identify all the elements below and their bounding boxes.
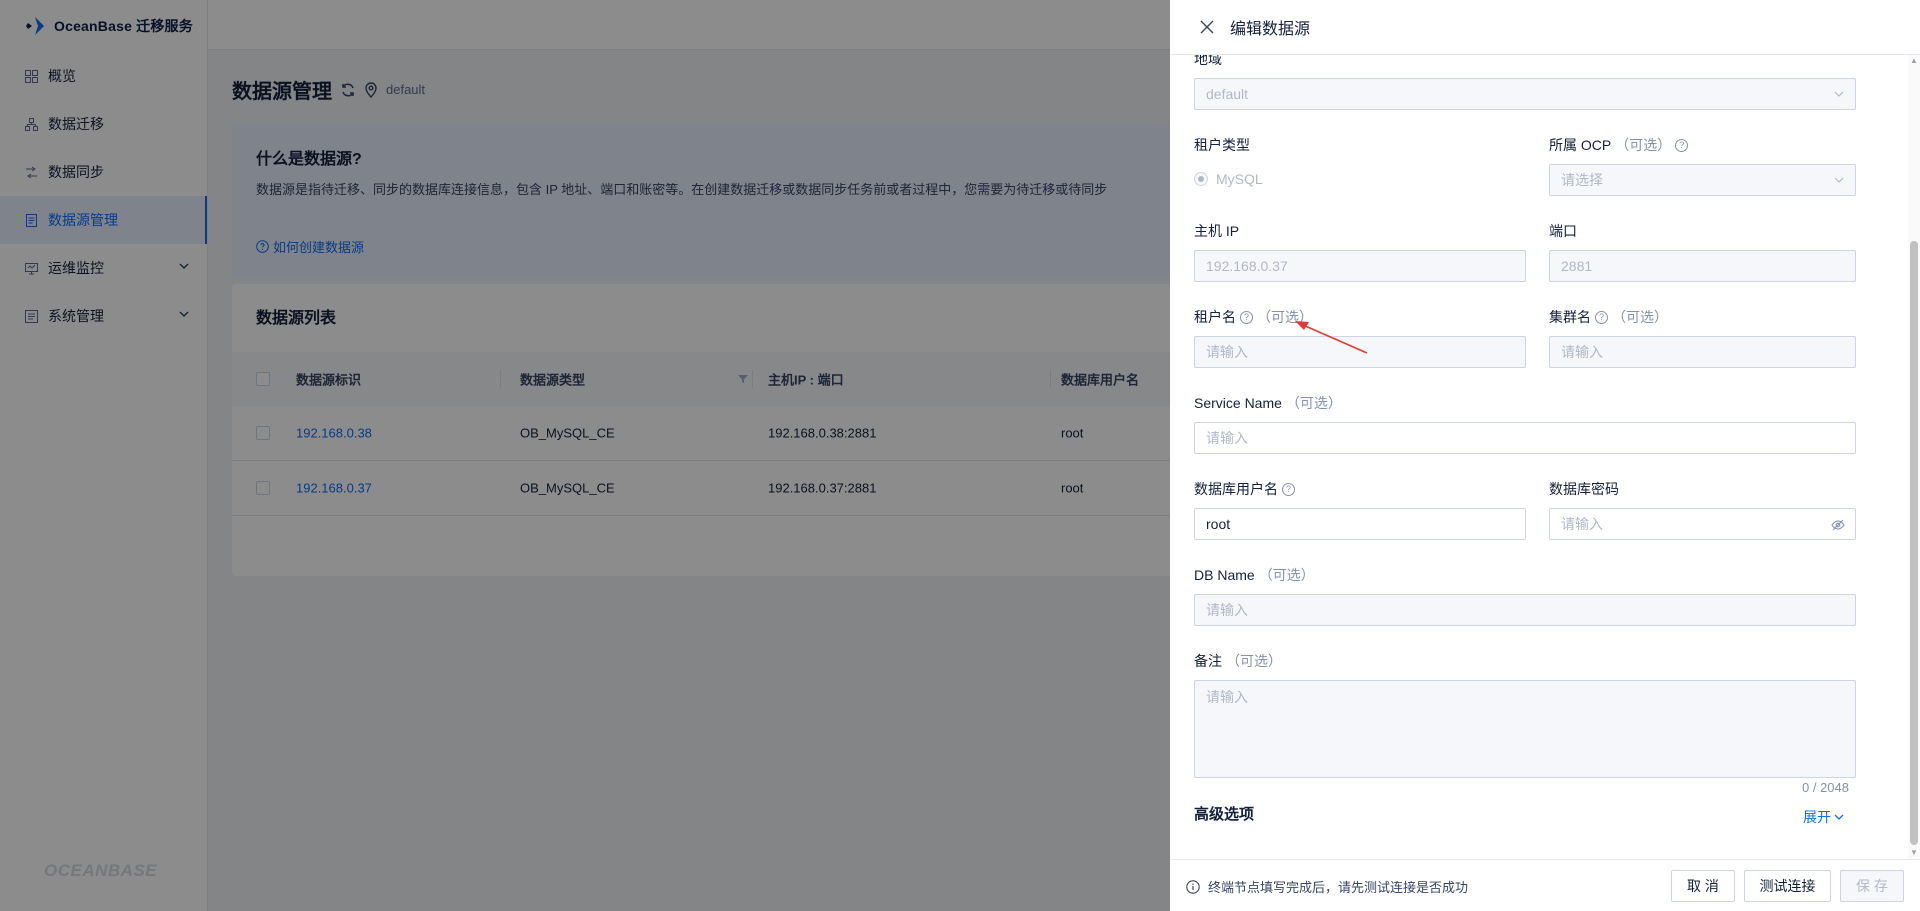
region-select-value: default	[1206, 86, 1249, 102]
optional-hint: （可选）	[1257, 309, 1313, 325]
host-ip-value: 192.168.0.37	[1206, 258, 1288, 274]
service-name-placeholder: 请输入	[1206, 430, 1248, 446]
db-user-label-text: 数据库用户名	[1194, 481, 1278, 497]
host-ip-input[interactable]: 192.168.0.37	[1194, 250, 1526, 282]
cluster-name-label: 集群名 ? （可选）	[1549, 307, 1668, 327]
port-label: 端口	[1549, 221, 1577, 241]
expand-advanced-button[interactable]: 展开	[1803, 807, 1845, 827]
db-password-label-text: 数据库密码	[1549, 481, 1619, 497]
tenant-name-placeholder: 请输入	[1206, 344, 1248, 360]
remark-placeholder: 请输入	[1206, 689, 1248, 705]
db-name-label-text: DB Name	[1194, 567, 1255, 583]
remark-char-counter: 0 / 2048	[1802, 780, 1849, 795]
help-icon[interactable]: ?	[1675, 138, 1689, 152]
db-user-value: root	[1206, 516, 1231, 532]
save-button[interactable]: 保 存	[1840, 870, 1904, 902]
region-field-label: 地域	[1194, 55, 1222, 69]
remark-label-text: 备注	[1194, 653, 1222, 669]
cluster-name-placeholder: 请输入	[1561, 344, 1603, 360]
tenant-type-radio-label: MySQL	[1216, 171, 1263, 187]
db-password-label: 数据库密码	[1549, 479, 1619, 499]
test-connection-button[interactable]: 测试连接	[1744, 870, 1831, 902]
radio-dot	[1194, 172, 1208, 186]
db-name-input[interactable]: 请输入	[1194, 594, 1856, 626]
drawer-form: 地域 default 租户类型 MySQL 所属 OCP （可选） ? 请选择 …	[1170, 55, 1908, 859]
host-ip-label-text: 主机 IP	[1194, 223, 1240, 239]
tenant-name-label: 租户名 ? （可选）	[1194, 307, 1313, 327]
tenant-type-label-text: 租户类型	[1194, 137, 1250, 153]
db-user-label: 数据库用户名 ?	[1194, 479, 1295, 499]
ocp-label: 所属 OCP （可选） ?	[1549, 135, 1689, 155]
port-input[interactable]: 2881	[1549, 250, 1856, 282]
port-label-text: 端口	[1549, 223, 1577, 239]
drawer-scrollbar[interactable]: ▲ ▼	[1908, 55, 1920, 859]
tenant-type-label: 租户类型	[1194, 135, 1250, 155]
tenant-name-input[interactable]: 请输入	[1194, 336, 1526, 368]
info-icon	[1186, 879, 1200, 894]
footer-tip: 终端节点填写完成后，请先测试连接是否成功	[1186, 877, 1468, 896]
help-icon[interactable]: ?	[1240, 310, 1253, 324]
region-select[interactable]: default	[1194, 78, 1856, 110]
service-name-label: Service Name （可选）	[1194, 393, 1342, 413]
footer-tip-text: 终端节点填写完成后，请先测试连接是否成功	[1208, 880, 1469, 895]
drawer-title: 编辑数据源	[1230, 21, 1311, 38]
cluster-name-label-text: 集群名	[1549, 309, 1591, 325]
service-name-input[interactable]: 请输入	[1194, 422, 1856, 454]
ocp-label-text: 所属 OCP	[1549, 137, 1612, 153]
drawer-footer: 终端节点填写完成后，请先测试连接是否成功 取 消 测试连接 保 存	[1170, 859, 1920, 911]
chevron-down-icon	[1834, 814, 1844, 820]
db-password-input[interactable]: 请输入	[1549, 508, 1856, 540]
service-name-label-text: Service Name	[1194, 395, 1282, 411]
help-icon[interactable]: ?	[1595, 310, 1608, 324]
ocp-select[interactable]: 请选择	[1549, 164, 1856, 196]
scrollbar-thumb[interactable]	[1910, 241, 1918, 845]
remark-textarea[interactable]: 请输入	[1194, 680, 1856, 778]
db-name-label: DB Name （可选）	[1194, 565, 1315, 585]
expand-label: 展开	[1803, 809, 1831, 825]
optional-hint: （可选）	[1615, 137, 1672, 153]
close-icon[interactable]	[1200, 20, 1214, 34]
eye-invisible-icon[interactable]	[1831, 518, 1845, 532]
db-user-input[interactable]: root	[1194, 508, 1526, 540]
optional-hint: （可选）	[1258, 567, 1315, 583]
optional-hint: （可选）	[1226, 653, 1282, 669]
scroll-up-arrow[interactable]: ▲	[1910, 57, 1918, 65]
remark-label: 备注 （可选）	[1194, 651, 1282, 671]
host-ip-label: 主机 IP	[1194, 221, 1239, 241]
db-name-placeholder: 请输入	[1206, 602, 1248, 618]
tenant-name-label-text: 租户名	[1194, 309, 1236, 325]
chevron-down-icon	[1834, 177, 1844, 183]
drawer-header: 编辑数据源	[1170, 0, 1920, 55]
help-icon[interactable]: ?	[1282, 482, 1295, 496]
db-password-placeholder: 请输入	[1561, 516, 1603, 532]
chevron-down-icon	[1834, 91, 1844, 97]
tenant-type-radio-mysql[interactable]: MySQL	[1194, 171, 1263, 187]
ocp-select-placeholder: 请选择	[1561, 172, 1603, 188]
cluster-name-input[interactable]: 请输入	[1549, 336, 1856, 368]
optional-hint: （可选）	[1612, 309, 1668, 325]
region-label-text: 地域	[1194, 55, 1222, 67]
port-value: 2881	[1561, 258, 1593, 274]
advanced-options-title: 高级选项	[1194, 806, 1255, 823]
optional-hint: （可选）	[1285, 395, 1342, 411]
cancel-button[interactable]: 取 消	[1671, 870, 1735, 902]
edit-datasource-drawer: 编辑数据源 地域 default 租户类型 MySQL 所属 OCP （可选） …	[1170, 0, 1920, 911]
scroll-down-arrow[interactable]: ▼	[1910, 849, 1918, 857]
